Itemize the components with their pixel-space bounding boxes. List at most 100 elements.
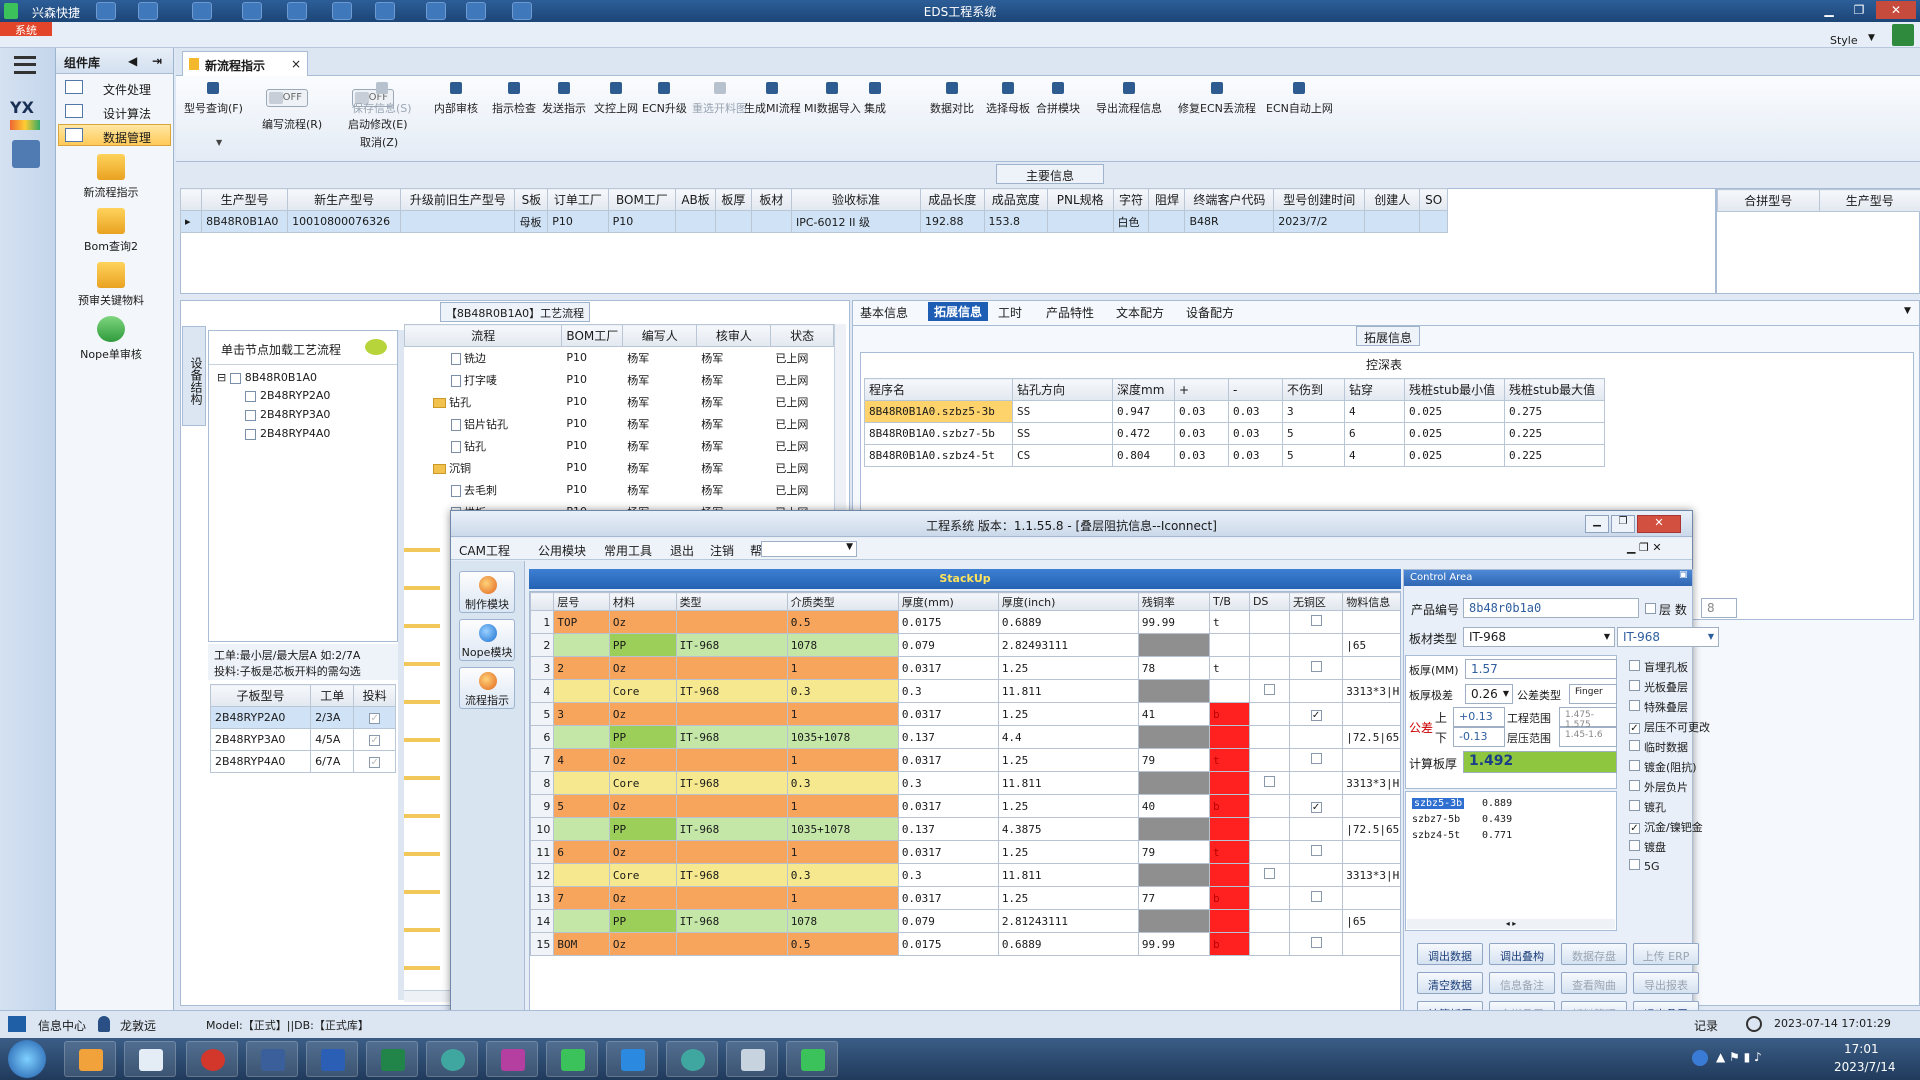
cell-layer[interactable] [553,771,610,795]
table-cell[interactable]: B48R [1184,210,1275,233]
cell-tb[interactable]: b [1208,886,1250,910]
cell-tb[interactable] [1208,817,1250,841]
checkbox[interactable] [1263,684,1275,695]
cell-inch[interactable]: 1.25 [997,886,1139,910]
table-cell[interactable]: 153.8 [983,210,1048,233]
pin-icon[interactable]: ▣ [1679,570,1688,580]
list-scrollbar[interactable]: ◂ ▸ [1407,919,1615,929]
column-header[interactable]: 残桩stub最大值 [1504,378,1605,401]
minimize-button[interactable]: ▁ [1816,1,1842,19]
table-row[interactable]: 铝片钻孔 P10 杨军 杨军 已上网 [405,413,834,435]
column-header[interactable]: 升级前旧生产型号 [400,188,516,211]
table-cell[interactable]: 杨军 [623,369,697,391]
taskbar-app-chrome[interactable] [186,1041,238,1077]
popup-mdi-controls[interactable]: ▁ ❐ ✕ [1627,541,1662,554]
cell-copper-rate[interactable]: 79 [1137,840,1210,864]
table-row[interactable]: 打字唛 P10 杨军 杨军 已上网 [405,369,834,391]
cell-med[interactable]: 1035+1078 [786,725,899,749]
tool-bom-query[interactable]: Bom查询2 [56,208,166,254]
cell-copper-rate[interactable]: 99.99 [1137,932,1210,956]
cell-type[interactable]: IT-968 [675,863,788,887]
control-button[interactable]: 导出报表 [1633,972,1699,994]
cell-copper-rate[interactable] [1137,909,1210,933]
cell-no-copper[interactable] [1288,656,1344,680]
cell-mm[interactable]: 0.0317 [897,794,999,818]
main-info-table[interactable]: 生产型号 新生产型号 升级前旧生产型号 S板 订单工厂 BOM工厂 AB板 板厚 板材 验收标准成… [179,188,1448,233]
cell-mm[interactable]: 0.137 [897,817,999,841]
cell-inch[interactable]: 2.81243111 [997,909,1139,933]
cell-mm[interactable]: 0.079 [897,909,999,933]
layers-checkbox[interactable] [1645,603,1656,614]
option-checkbox[interactable]: 特殊叠层 [1629,699,1688,715]
cell-inch[interactable]: 1.25 [997,702,1139,726]
cell-type[interactable] [675,610,788,634]
cell-tb[interactable]: t [1208,656,1250,680]
cell-med[interactable]: 1 [786,748,899,772]
cell-tb[interactable]: b [1208,932,1250,956]
cell-type[interactable] [675,656,788,680]
close-button[interactable]: ✕ [1876,1,1916,19]
column-header[interactable]: 成品宽度 [983,188,1048,211]
table-cell[interactable]: CS [1012,444,1113,467]
table-cell[interactable]: 已上网 [771,391,834,413]
cell-layer[interactable] [553,679,610,703]
start-button[interactable] [8,1040,46,1078]
ribbon-button[interactable]: MI数据导入 [804,82,861,116]
column-header[interactable]: 工单 [310,684,355,707]
table-cell[interactable]: 杨军 [697,347,771,369]
cell-ds[interactable] [1248,794,1290,818]
column-header[interactable]: 阻焊 [1148,188,1186,211]
table-row[interactable]: 14 PP IT-968 1078 0.079 2.81243111 |65 [530,909,1400,933]
table-cell[interactable]: 已上网 [771,347,834,369]
popup-close-button[interactable]: ✕ [1637,515,1681,533]
table-cell[interactable]: P10 [562,435,623,457]
tree-checkbox[interactable] [245,409,256,421]
cell-mm[interactable]: 0.0317 [897,748,999,772]
column-header[interactable]: 无铜区 [1288,592,1344,611]
feed-checkbox-cell[interactable]: ✓ [353,728,396,751]
table-row[interactable]: ▸ 8B48R0B1A0 10010800076326 母板 P10 P10 IPC-601… [179,210,1448,233]
nav-design-algorithm[interactable]: 设计算法 [58,100,171,122]
table-cell[interactable]: 0.025 [1404,444,1505,467]
column-header[interactable]: DS [1248,592,1290,611]
table-row[interactable]: 15 BOM Oz 0.5 0.0175 0.6889 99.99 b [530,932,1400,956]
table-cell[interactable]: 2B48RYP3A0 [209,728,312,751]
option-checkbox[interactable]: 镀金(阻抗) [1629,759,1697,775]
cell-inch[interactable]: 1.25 [997,748,1139,772]
option-checkbox[interactable]: 镀盘 [1629,839,1666,855]
table-cell[interactable]: 8B48R0B1A0.szbz7-5b [864,422,1013,445]
table-cell[interactable]: 2023/7/2 [1273,210,1366,233]
popup-minimize-button[interactable]: ▁ [1585,515,1609,533]
cell-tb[interactable]: t [1208,748,1250,772]
upper-field[interactable]: +0.13 [1453,707,1505,727]
taskbar-app-save[interactable] [246,1041,298,1077]
table-cell[interactable]: 0.947 [1112,400,1175,423]
cell-type[interactable]: IT-968 [675,909,788,933]
cell-med[interactable]: 1 [786,794,899,818]
cell-copper-rate[interactable]: 99.99 [1137,610,1210,634]
tool-new-flow[interactable]: 新流程指示 [56,154,166,200]
option-checkbox[interactable]: 镀孔 [1629,799,1666,815]
table-cell[interactable]: 0.025 [1404,422,1505,445]
checkbox[interactable] [1310,937,1322,948]
popup-menu-item[interactable]: CAM工程 [459,542,510,559]
depth-list[interactable]: szbz5-3b 0.889 szbz7-5b 0.439 szbz4-5t 0.771 [1405,791,1617,931]
chevron-down-icon[interactable]: ▼ [216,138,222,147]
flow-name-cell[interactable]: 铣边 [405,347,562,369]
table-cell[interactable]: 杨军 [697,457,771,479]
taskbar-app-shell[interactable] [64,1041,116,1077]
cell-ds[interactable] [1248,909,1290,933]
cell-material-info[interactable] [1342,840,1400,864]
cell-no-copper[interactable] [1288,909,1344,933]
yx-logo[interactable]: YX [10,98,34,117]
table-row[interactable]: 2B48RYP4A0 6/7A ✓ [209,750,396,773]
checkbox[interactable] [1310,753,1322,764]
option-checkbox[interactable]: 外层负片 [1629,779,1688,795]
checkbox-checked[interactable]: ✓ [1629,823,1640,834]
checkbox[interactable] [1629,840,1640,851]
taskbar-app-eye[interactable] [426,1041,478,1077]
tool-pre-review[interactable]: 预审关键物料 [56,262,166,308]
table-cell[interactable]: 已上网 [771,457,834,479]
cell-inch[interactable]: 0.6889 [997,932,1139,956]
ribbon-button[interactable]: 修复ECN丢流程 [1178,82,1256,116]
